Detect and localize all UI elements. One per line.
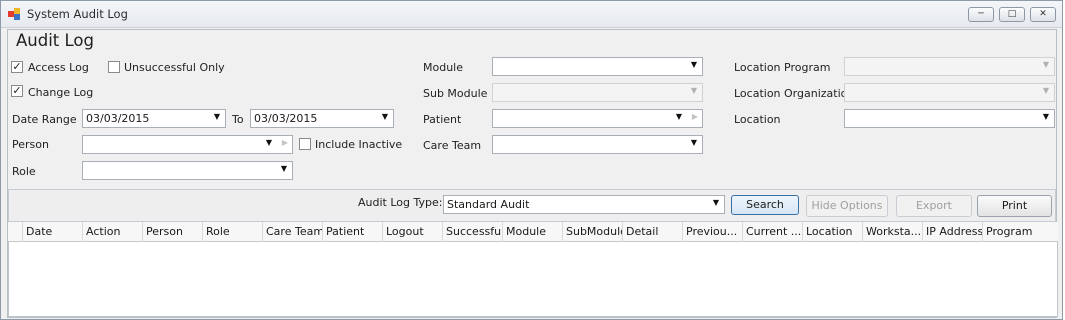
include-inactive-label: Include Inactive [315, 138, 403, 151]
location-program-select[interactable]: ▼ [844, 57, 1055, 76]
column-header-module[interactable]: Module [503, 222, 563, 242]
column-header-detail[interactable]: Detail [623, 222, 683, 242]
column-header-person[interactable]: Person [143, 222, 203, 242]
maximize-icon: □ [1007, 9, 1017, 19]
audit-log-type-value: Standard Audit [447, 198, 530, 211]
window-title: System Audit Log [27, 7, 128, 21]
title-bar[interactable]: System Audit Log ─ □ ✕ [1, 1, 1062, 28]
sub-module-select[interactable]: ▼ [492, 83, 703, 102]
search-button[interactable]: Search [731, 195, 799, 215]
chevron-down-icon[interactable]: ▼ [691, 86, 697, 95]
role-select[interactable]: ▼ [82, 161, 293, 180]
minimize-button[interactable]: ─ [968, 7, 994, 22]
change-log-checkbox[interactable]: ✓ [11, 85, 23, 97]
app-icon [8, 8, 22, 20]
close-button[interactable]: ✕ [1030, 7, 1056, 22]
patient-select[interactable]: ▼ ▶ [492, 109, 703, 128]
access-log-checkbox[interactable]: ✓ [11, 61, 23, 73]
date-to-label: To [232, 113, 244, 126]
column-header-current[interactable]: Current ... [743, 222, 803, 242]
column-header-ip-address[interactable]: IP Address [923, 222, 983, 242]
module-label: Module [423, 61, 463, 74]
unsuccessful-only-checkbox[interactable] [108, 61, 120, 73]
date-range-label: Date Range [12, 113, 77, 126]
chevron-down-icon[interactable]: ▼ [382, 112, 388, 121]
date-to-picker[interactable]: 03/03/2015 ▼ [250, 109, 394, 128]
maximize-button[interactable]: □ [999, 7, 1025, 22]
audit-log-type-label: Audit Log Type: [358, 196, 443, 209]
chevron-down-icon[interactable]: ▼ [214, 112, 220, 121]
location-label: Location [734, 113, 781, 126]
chevron-down-icon[interactable]: ▼ [691, 60, 697, 69]
column-header-action[interactable]: Action [83, 222, 143, 242]
page-title: Audit Log [16, 31, 94, 50]
column-header-location[interactable]: Location [803, 222, 863, 242]
location-select[interactable]: ▼ [844, 109, 1055, 128]
triangle-right-icon[interactable]: ▶ [692, 112, 698, 121]
minimize-icon: ─ [978, 9, 984, 19]
column-header-care-team[interactable]: Care Team [263, 222, 323, 242]
close-icon: ✕ [1039, 9, 1047, 19]
column-header-patient[interactable]: Patient [323, 222, 383, 242]
date-from-value: 03/03/2015 [86, 112, 150, 125]
chevron-down-icon[interactable]: ▼ [266, 138, 272, 147]
change-log-label: Change Log [28, 86, 94, 99]
row-header-cell [8, 222, 23, 242]
column-header-role[interactable]: Role [203, 222, 263, 242]
care-team-label: Care Team [423, 139, 482, 152]
include-inactive-checkbox[interactable] [299, 138, 311, 150]
patient-label: Patient [423, 113, 462, 126]
column-header-previous[interactable]: Previou... [683, 222, 743, 242]
chevron-down-icon[interactable]: ▼ [281, 164, 287, 173]
sub-module-label: Sub Module [423, 87, 488, 100]
column-header-program[interactable]: Program [983, 222, 1057, 242]
location-program-label: Location Program [734, 61, 831, 74]
role-label: Role [12, 165, 36, 178]
grid-header: Date Action Person Role Care Team Patien… [8, 222, 1058, 242]
unsuccessful-only-label: Unsuccessful Only [124, 61, 225, 74]
chevron-down-icon[interactable]: ▼ [691, 138, 697, 147]
date-to-value: 03/03/2015 [254, 112, 318, 125]
checkmark-icon: ✓ [12, 84, 22, 97]
person-label: Person [12, 138, 49, 151]
hide-options-button[interactable]: Hide Options [806, 195, 888, 217]
column-header-submodule[interactable]: SubModule [563, 222, 623, 242]
column-header-successful[interactable]: Successful [443, 222, 503, 242]
module-select[interactable]: ▼ [492, 57, 703, 76]
audit-log-type-select[interactable]: Standard Audit ▼ [443, 195, 725, 214]
location-organization-select[interactable]: ▼ [844, 83, 1055, 102]
column-header-logout[interactable]: Logout [383, 222, 443, 242]
location-organization-label: Location Organization [734, 87, 855, 100]
checkmark-icon: ✓ [12, 60, 22, 73]
triangle-right-icon[interactable]: ▶ [282, 138, 288, 147]
access-log-label: Access Log [28, 61, 89, 74]
care-team-select[interactable]: ▼ [492, 135, 703, 154]
chevron-down-icon[interactable]: ▼ [676, 112, 682, 121]
chevron-down-icon[interactable]: ▼ [713, 198, 719, 207]
date-from-picker[interactable]: 03/03/2015 ▼ [82, 109, 226, 128]
column-header-workstation[interactable]: Worksta... [863, 222, 923, 242]
chevron-down-icon[interactable]: ▼ [1043, 86, 1049, 95]
export-button[interactable]: Export [896, 195, 972, 217]
person-select[interactable]: ▼ ▶ [82, 135, 293, 154]
chevron-down-icon[interactable]: ▼ [1043, 60, 1049, 69]
chevron-down-icon[interactable]: ▼ [1043, 112, 1049, 121]
column-header-date[interactable]: Date [23, 222, 83, 242]
print-button[interactable]: Print [977, 195, 1052, 217]
